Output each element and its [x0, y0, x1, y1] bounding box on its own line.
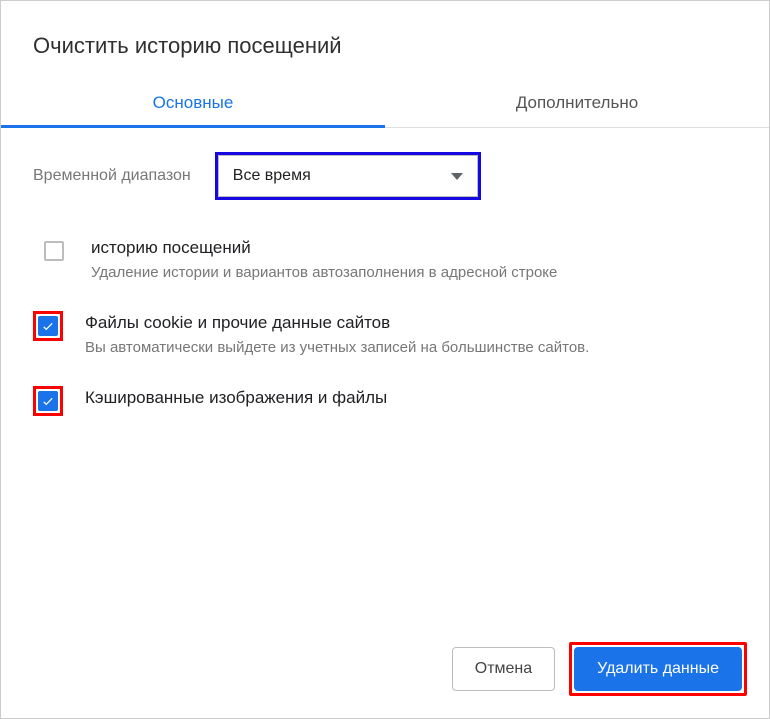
dialog-content: Временной диапазон Все время историю пос… — [1, 128, 769, 642]
option-row-history: историю посещений Удаление истории и вар… — [33, 236, 737, 283]
checkbox-cookies[interactable] — [38, 316, 58, 336]
tab-advanced-label: Дополнительно — [516, 93, 638, 112]
tab-basic[interactable]: Основные — [1, 79, 385, 127]
option-title-history: историю посещений — [91, 238, 737, 258]
time-range-selected-value: Все время — [233, 167, 311, 185]
option-row-cache: Кэшированные изображения и файлы — [33, 386, 737, 416]
option-title-cookies: Файлы cookie и прочие данные сайтов — [85, 313, 737, 333]
time-range-label: Временной диапазон — [33, 167, 191, 185]
time-range-select[interactable]: Все время — [218, 155, 478, 197]
checkbox-wrap — [39, 236, 69, 266]
clear-data-button[interactable]: Удалить данные — [574, 647, 742, 691]
cancel-button[interactable]: Отмена — [452, 647, 555, 691]
option-row-cookies: Файлы cookie и прочие данные сайтов Вы а… — [33, 311, 737, 358]
time-range-row: Временной диапазон Все время — [33, 152, 737, 200]
clear-button-highlight: Удалить данные — [569, 642, 747, 696]
time-range-highlight: Все время — [215, 152, 481, 200]
tab-advanced[interactable]: Дополнительно — [385, 79, 769, 127]
checkbox-highlight — [33, 386, 63, 416]
chevron-down-icon — [451, 173, 463, 180]
clear-button-label: Удалить данные — [597, 660, 719, 678]
dialog-footer: Отмена Удалить данные — [1, 642, 769, 718]
checkbox-highlight — [33, 311, 63, 341]
option-text: историю посещений Удаление истории и вар… — [91, 236, 737, 283]
clear-browsing-data-dialog: Очистить историю посещений Основные Допо… — [0, 0, 770, 719]
dialog-title: Очистить историю посещений — [1, 1, 769, 79]
checkbox-history[interactable] — [44, 241, 64, 261]
tab-strip: Основные Дополнительно — [1, 79, 769, 128]
option-text: Кэшированные изображения и файлы — [85, 386, 737, 412]
option-title-cache: Кэшированные изображения и файлы — [85, 388, 737, 408]
cancel-button-label: Отмена — [475, 660, 532, 678]
option-text: Файлы cookie и прочие данные сайтов Вы а… — [85, 311, 737, 358]
tab-basic-label: Основные — [153, 93, 234, 112]
option-desc-cookies: Вы автоматически выйдете из учетных запи… — [85, 337, 737, 358]
option-desc-history: Удаление истории и вариантов автозаполне… — [91, 262, 737, 283]
check-icon — [41, 319, 55, 333]
checkbox-cache[interactable] — [38, 391, 58, 411]
check-icon — [41, 394, 55, 408]
